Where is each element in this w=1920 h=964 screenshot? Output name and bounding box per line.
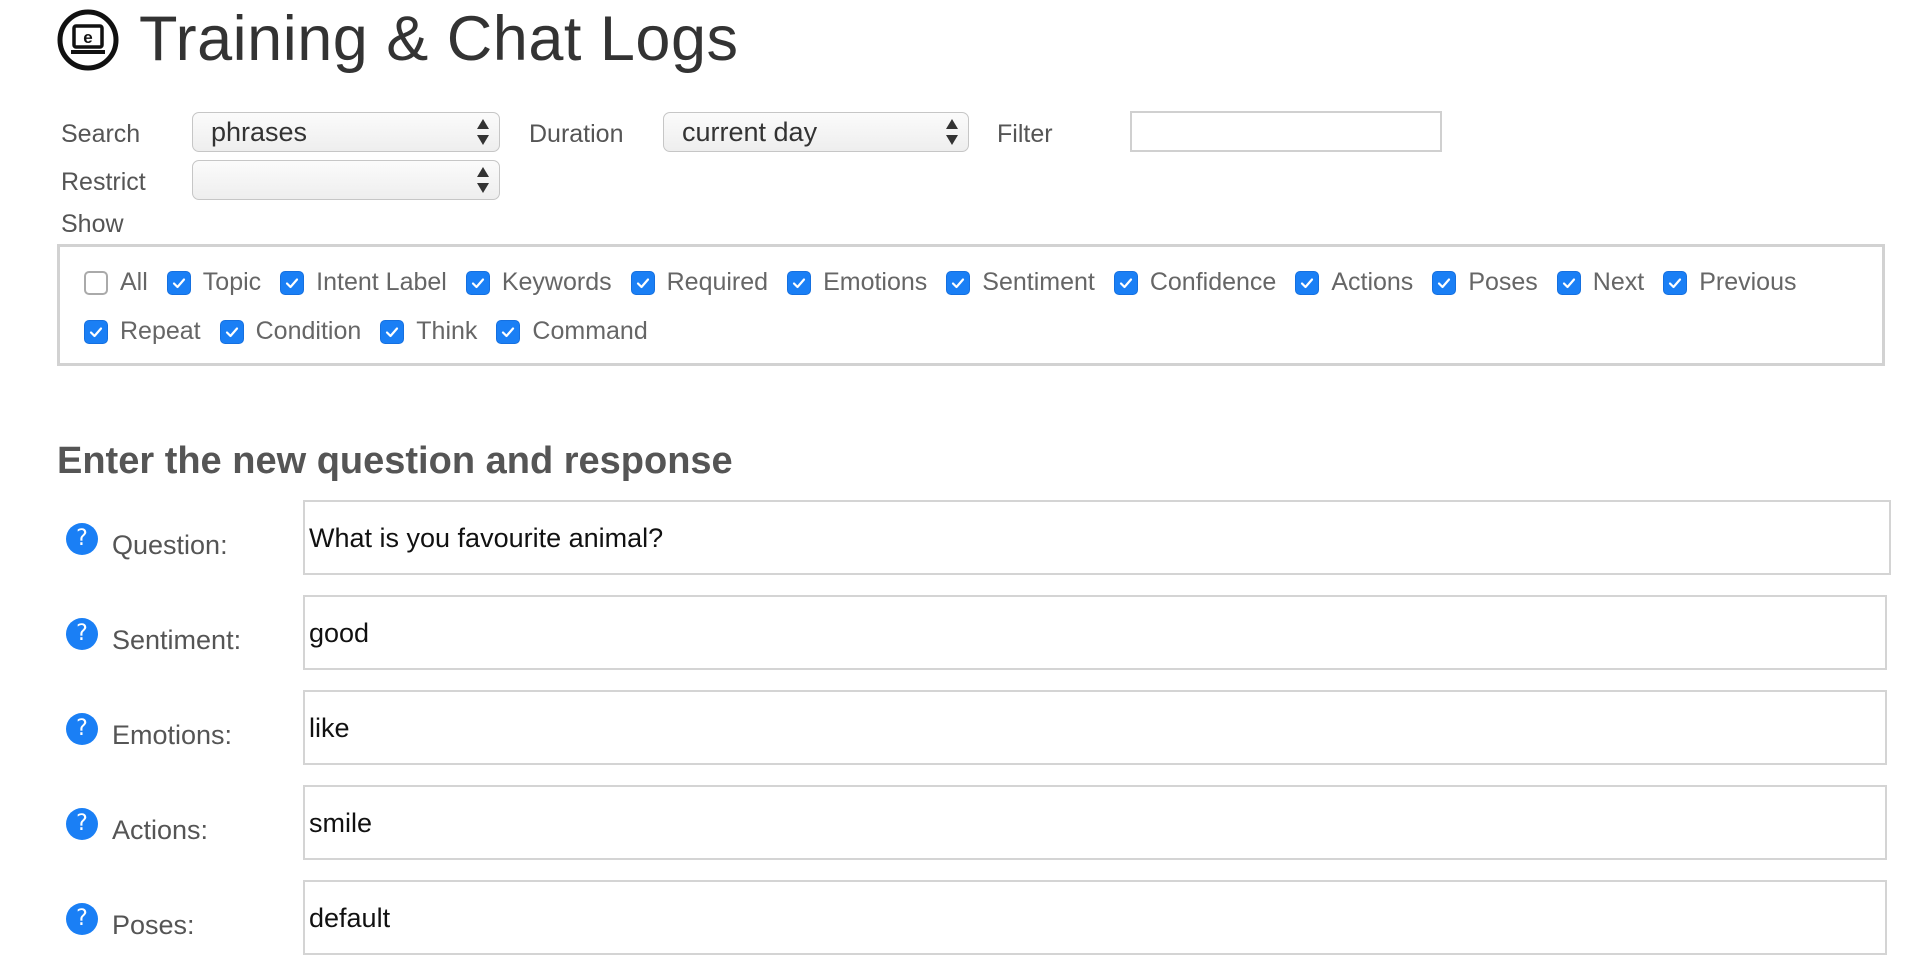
show-option-label: Next [1592, 268, 1645, 296]
actions-field[interactable]: smile [303, 785, 1887, 860]
checkbox-checked-icon[interactable] [84, 319, 108, 344]
show-option-previous[interactable]: Previous [1663, 268, 1796, 297]
restrict-label: Restrict [61, 168, 146, 196]
sentiment-field[interactable]: good [303, 595, 1887, 670]
show-option-poses[interactable]: Poses [1432, 268, 1538, 297]
show-option-emotions[interactable]: Emotions [787, 268, 927, 297]
actions-row: ? Actions: smile [66, 785, 1887, 860]
duration-select-value: current day [682, 117, 818, 147]
page: e Training & Chat Logs Search phrases Du… [0, 0, 1920, 964]
checkbox-checked-icon[interactable] [630, 270, 655, 295]
page-title: Training & Chat Logs [139, 4, 739, 74]
poses-label: Poses: [112, 910, 195, 940]
show-option-label: Previous [1699, 268, 1797, 296]
form-section-title: Enter the new question and response [57, 440, 733, 482]
checkbox-checked-icon[interactable] [946, 270, 971, 295]
emotions-label: Emotions: [112, 720, 233, 750]
question-row: ? Question: What is you favourite animal… [66, 500, 1891, 575]
filter-label: Filter [997, 120, 1053, 148]
search-label: Search [61, 120, 141, 148]
show-option-label: Confidence [1149, 268, 1277, 296]
checkbox-checked-icon[interactable] [166, 270, 191, 295]
checkbox-checked-icon[interactable] [1113, 270, 1138, 295]
show-option-label: Command [532, 317, 648, 345]
help-icon[interactable]: ? [66, 903, 98, 935]
show-option-required[interactable]: Required [630, 268, 769, 297]
emotions-field[interactable]: like [303, 690, 1887, 765]
checkbox-unchecked-icon[interactable] [84, 270, 108, 295]
show-option-label: Required [666, 268, 769, 296]
show-options-row: All Topic Intent Label Keywords Required Emot… [84, 268, 1815, 297]
search-select-value: phrases [211, 117, 308, 147]
question-field[interactable]: What is you favourite animal? [303, 500, 1891, 575]
show-option-topic[interactable]: Topic [166, 268, 262, 297]
help-icon[interactable]: ? [66, 523, 98, 555]
poses-row: ? Poses: default [66, 880, 1887, 955]
show-option-label: Think [416, 317, 478, 345]
show-option-label: Repeat [120, 317, 201, 345]
select-arrows-icon [477, 119, 489, 145]
checkbox-checked-icon[interactable] [1663, 270, 1688, 295]
show-option-confidence[interactable]: Confidence [1113, 268, 1277, 297]
sentiment-label: Sentiment: [112, 625, 242, 655]
checkbox-checked-icon[interactable] [1295, 270, 1320, 295]
show-option-intent-label[interactable]: Intent Label [280, 268, 447, 297]
show-label: Show [61, 210, 124, 238]
checkbox-checked-icon[interactable] [380, 319, 405, 344]
show-options-row: Repeat Condition Think Command [84, 317, 667, 346]
filter-input[interactable] [1130, 111, 1442, 152]
checkbox-checked-icon[interactable] [787, 270, 812, 295]
show-option-all[interactable]: All [84, 268, 148, 297]
show-option-think[interactable]: Think [380, 317, 477, 346]
svg-text:e: e [83, 28, 92, 47]
show-option-label: All [120, 268, 148, 296]
checkbox-checked-icon[interactable] [280, 270, 305, 295]
emotions-row: ? Emotions: like [66, 690, 1887, 765]
show-option-next[interactable]: Next [1556, 268, 1645, 297]
sentiment-row: ? Sentiment: good [66, 595, 1887, 670]
select-arrows-icon [946, 119, 958, 145]
show-option-actions[interactable]: Actions [1295, 268, 1413, 297]
duration-label: Duration [529, 120, 624, 148]
show-option-label: Keywords [501, 268, 612, 296]
question-label: Question: [112, 530, 228, 560]
show-option-label: Intent Label [316, 268, 447, 296]
show-option-label: Emotions [823, 268, 928, 296]
checkbox-checked-icon[interactable] [219, 319, 244, 344]
show-option-keywords[interactable]: Keywords [465, 268, 612, 297]
help-icon[interactable]: ? [66, 713, 98, 745]
header: e Training & Chat Logs [57, 8, 739, 71]
show-option-label: Condition [255, 317, 362, 345]
select-arrows-icon [477, 167, 489, 193]
show-options-panel: All Topic Intent Label Keywords Required Emot… [57, 244, 1885, 366]
show-option-sentiment[interactable]: Sentiment [946, 268, 1095, 297]
help-icon[interactable]: ? [66, 618, 98, 650]
checkbox-checked-icon[interactable] [1432, 270, 1457, 295]
checkbox-checked-icon[interactable] [496, 319, 521, 344]
show-option-command[interactable]: Command [496, 317, 648, 346]
show-option-label: Sentiment [982, 268, 1095, 296]
show-option-label: Poses [1468, 268, 1538, 296]
show-option-label: Topic [202, 268, 262, 296]
search-select[interactable]: phrases [192, 112, 500, 152]
show-option-label: Actions [1331, 268, 1414, 296]
checkbox-checked-icon[interactable] [1556, 270, 1581, 295]
actions-label: Actions: [112, 815, 209, 845]
show-option-condition[interactable]: Condition [219, 317, 362, 346]
checkbox-checked-icon[interactable] [465, 270, 490, 295]
restrict-select[interactable] [192, 160, 500, 200]
show-option-repeat[interactable]: Repeat [84, 317, 201, 346]
duration-select[interactable]: current day [663, 112, 969, 152]
e-monitor-logo-icon: e [57, 9, 119, 70]
help-icon[interactable]: ? [66, 808, 98, 840]
poses-field[interactable]: default [303, 880, 1887, 955]
